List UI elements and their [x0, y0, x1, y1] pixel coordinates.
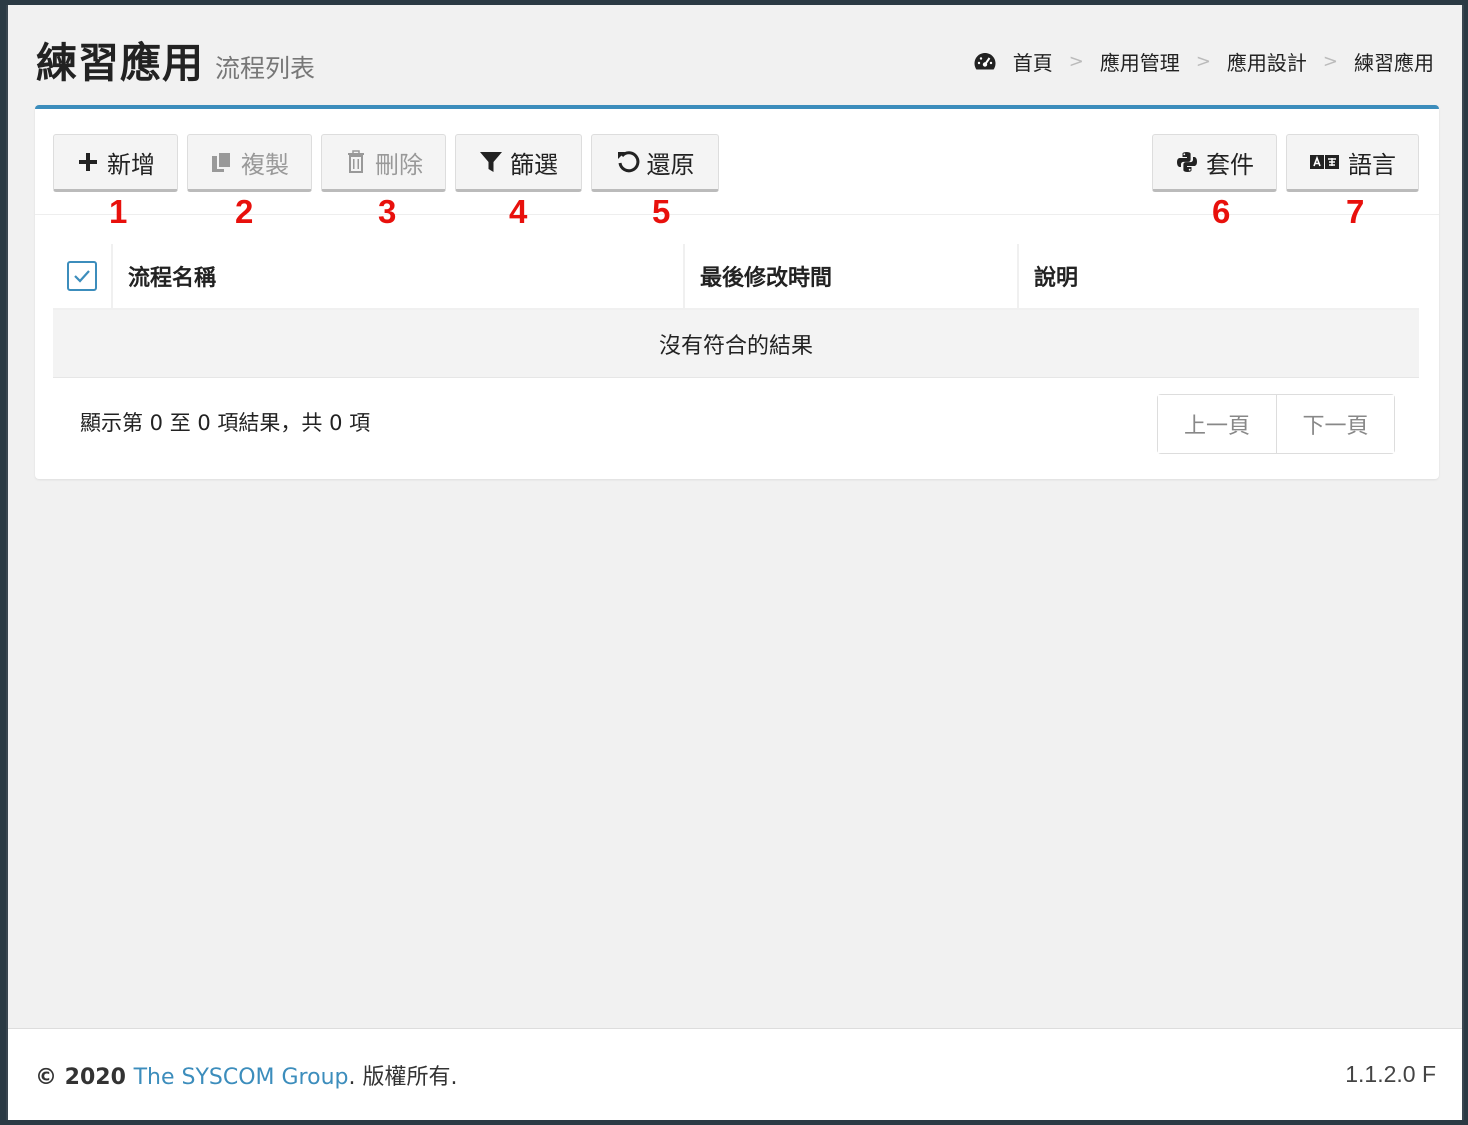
marker-4: 4	[509, 193, 528, 230]
page-title: 練習應用	[36, 39, 204, 87]
python-icon	[1175, 150, 1199, 174]
breadcrumb: 首頁 > 應用管理 > 應用設計 > 練習應用	[973, 47, 1434, 76]
plus-icon	[76, 150, 100, 174]
package-button[interactable]: 套件	[1152, 134, 1277, 192]
app-window: 練習應用 流程列表 首頁 > 應用管理 > 應用設計 > 練習應用 新增 複製 …	[6, 5, 1464, 1120]
copy-icon	[210, 150, 234, 174]
company-link[interactable]: The SYSCOM Group	[134, 1065, 349, 1090]
marker-5: 5	[652, 193, 671, 230]
copyright-prefix: © 2020	[35, 1064, 134, 1090]
delete-button[interactable]: 刪除	[321, 134, 446, 192]
pagination: 上一頁 下一頁	[1157, 394, 1395, 454]
marker-7: 7	[1346, 193, 1365, 230]
column-header-modified-time[interactable]: 最後修改時間	[685, 244, 1019, 308]
column-header-process-name[interactable]: 流程名稱	[113, 244, 685, 308]
language-icon	[1309, 150, 1341, 174]
empty-result-row: 沒有符合的結果	[53, 310, 1419, 378]
package-button-label: 套件	[1206, 150, 1254, 179]
marker-3: 3	[378, 193, 397, 230]
copyright: © 2020 The SYSCOM Group. 版權所有.	[35, 1059, 457, 1091]
trash-icon	[344, 150, 368, 174]
breadcrumb-separator: >	[1068, 51, 1084, 72]
process-list-panel: 新增 複製 刪除 篩選 還原 套件 語言 1 2 3 4 5 6 7 流程名稱 …	[35, 105, 1439, 479]
select-all-checkbox[interactable]	[67, 261, 97, 291]
prev-page-button[interactable]: 上一頁	[1158, 395, 1276, 453]
language-button-label: 語言	[1348, 150, 1396, 179]
breadcrumb-home[interactable]: 首頁	[1013, 47, 1053, 76]
toolbar: 新增 複製 刪除 篩選 還原 套件 語言 1 2 3 4 5 6 7	[35, 109, 1439, 230]
next-page-button[interactable]: 下一頁	[1276, 395, 1394, 453]
restore-button-label: 還原	[646, 150, 695, 179]
language-button[interactable]: 語言	[1286, 134, 1419, 192]
pagination-info: 顯示第 0 至 0 項結果，共 0 項	[80, 411, 371, 435]
footer: © 2020 The SYSCOM Group. 版權所有. 1.1.2.0 F	[8, 1028, 1462, 1120]
process-table: 流程名稱 最後修改時間 說明 沒有符合的結果	[53, 244, 1419, 378]
breadcrumb-app-design[interactable]: 應用設計	[1227, 47, 1307, 76]
column-header-description[interactable]: 說明	[1019, 244, 1419, 308]
filter-icon	[479, 150, 503, 174]
filter-button-label: 篩選	[510, 150, 558, 179]
version-label: 1.1.2.0 F	[1345, 1061, 1436, 1087]
copy-button[interactable]: 複製	[187, 134, 312, 192]
undo-icon	[616, 150, 640, 174]
dashboard-icon[interactable]	[973, 50, 997, 74]
page-header: 練習應用 流程列表	[36, 29, 315, 89]
breadcrumb-current: 練習應用	[1354, 51, 1434, 75]
filter-button[interactable]: 篩選	[455, 134, 582, 192]
breadcrumb-separator: >	[1322, 51, 1338, 72]
marker-6: 6	[1212, 193, 1231, 230]
copyright-suffix: . 版權所有.	[348, 1064, 458, 1090]
restore-button[interactable]: 還原	[591, 134, 719, 192]
add-button[interactable]: 新增	[53, 134, 178, 192]
page-subtitle: 流程列表	[215, 54, 316, 83]
select-all-cell	[53, 244, 113, 308]
table-header: 流程名稱 最後修改時間 說明	[53, 244, 1419, 310]
marker-1: 1	[109, 193, 128, 230]
add-button-label: 新增	[107, 150, 155, 179]
copy-button-label: 複製	[241, 150, 289, 179]
marker-2: 2	[235, 193, 254, 230]
delete-button-label: 刪除	[375, 150, 423, 179]
breadcrumb-separator: >	[1195, 51, 1211, 72]
breadcrumb-app-management[interactable]: 應用管理	[1100, 47, 1180, 76]
